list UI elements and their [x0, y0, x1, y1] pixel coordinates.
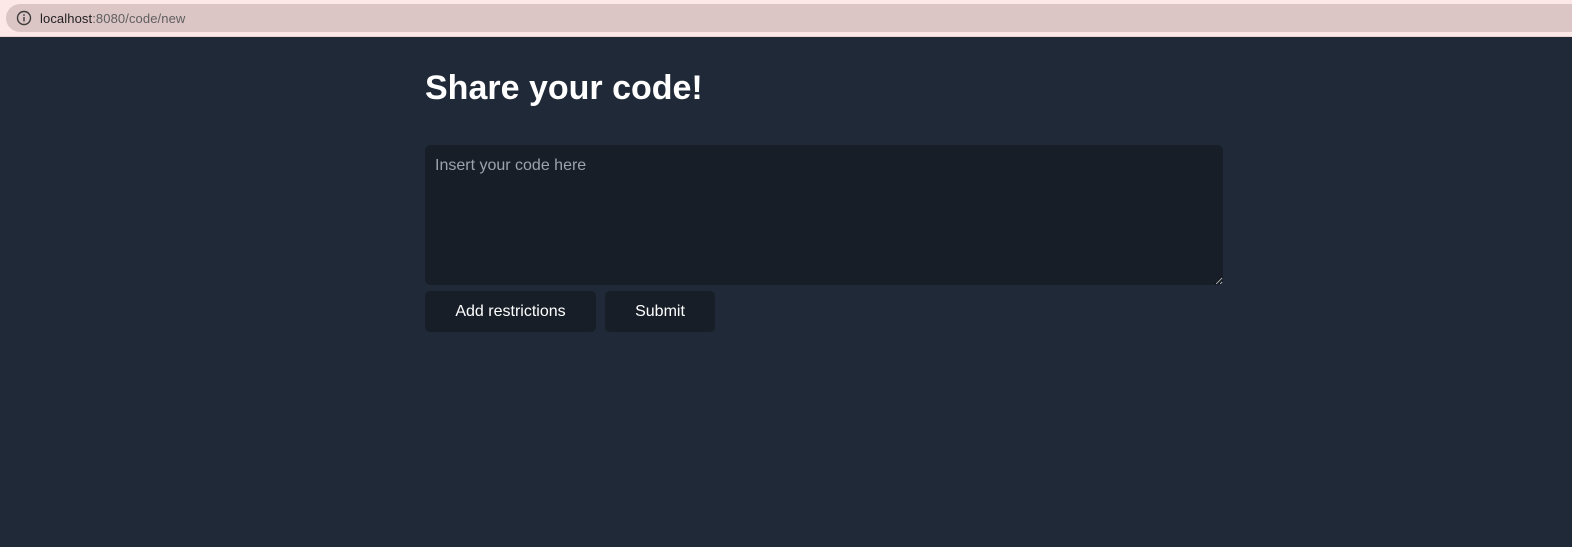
url-path: :8080/code/new	[92, 10, 186, 26]
url-text[interactable]: localhost:8080/code/new	[40, 11, 185, 26]
url-host: localhost	[40, 10, 93, 26]
browser-address-bar: localhost:8080/code/new	[0, 0, 1572, 37]
url-field[interactable]: localhost:8080/code/new	[6, 4, 1572, 32]
submit-button[interactable]: Submit	[605, 291, 715, 332]
add-restrictions-button[interactable]: Add restrictions	[425, 291, 596, 332]
page-body: Share your code! Add restrictions Submit	[0, 37, 1572, 547]
code-input[interactable]	[425, 145, 1223, 285]
share-code-form: Share your code! Add restrictions Submit	[425, 37, 1223, 332]
info-circle-icon[interactable]	[16, 10, 32, 26]
page-title: Share your code!	[425, 69, 703, 107]
form-actions: Add restrictions Submit	[425, 291, 1223, 332]
